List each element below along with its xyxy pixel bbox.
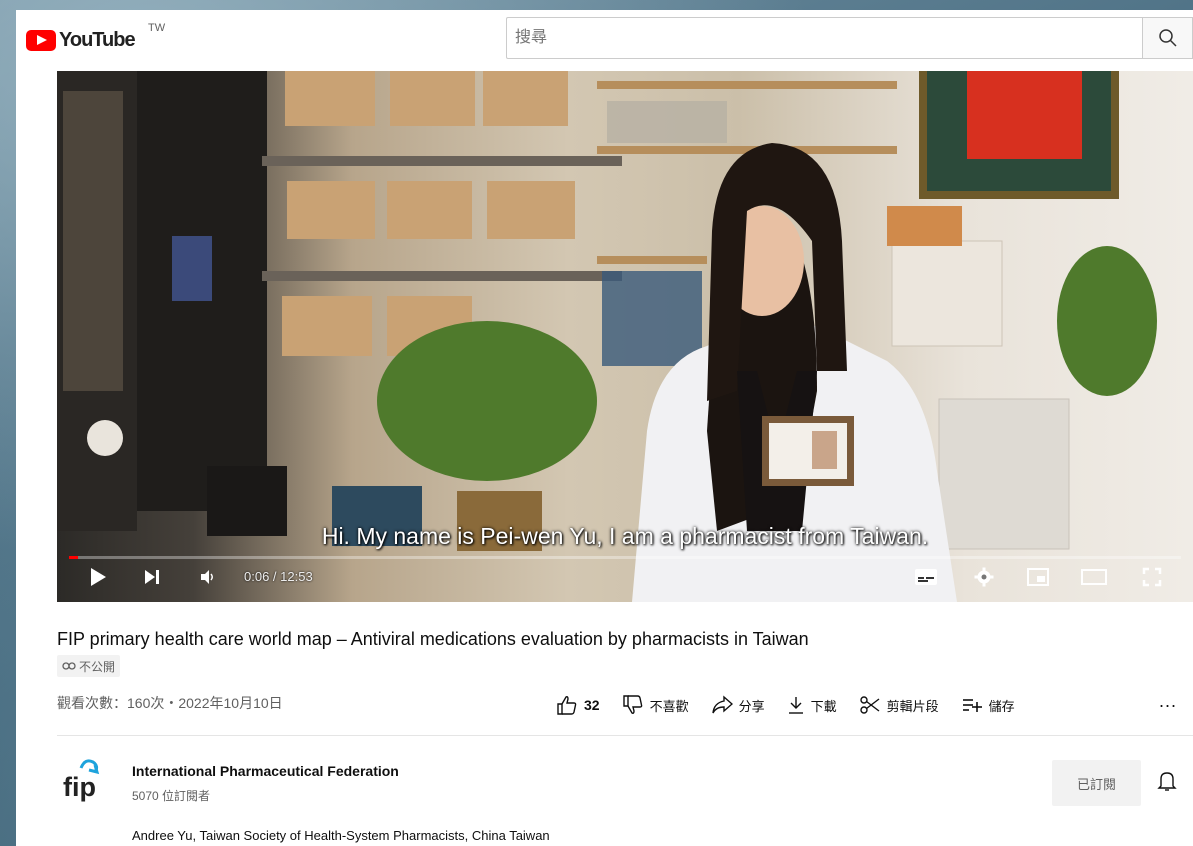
settings-icon bbox=[974, 567, 994, 587]
search-button[interactable] bbox=[1142, 17, 1193, 59]
next-icon bbox=[145, 570, 159, 584]
subscribed-button[interactable]: 已訂閱 bbox=[1052, 760, 1141, 806]
link-icon bbox=[62, 662, 76, 670]
fullscreen-icon bbox=[1142, 567, 1162, 587]
clip-label: 剪輯片段 bbox=[886, 698, 939, 714]
theater-icon bbox=[1081, 569, 1107, 585]
share-button[interactable]: 分享 bbox=[711, 695, 765, 715]
youtube-logo[interactable]: YouTube TW bbox=[26, 22, 165, 52]
share-icon bbox=[711, 695, 733, 714]
progress-played bbox=[69, 556, 78, 559]
action-bar: 32 不喜歡 分享 下載 剪輯片段 儲存 bbox=[556, 690, 1037, 720]
subtitles-icon bbox=[915, 569, 937, 585]
view-count-date: 觀看次數：160次・2022年10月10日 bbox=[57, 695, 283, 711]
miniplayer-button[interactable] bbox=[1023, 562, 1053, 592]
time-display: 0:06 / 12:53 bbox=[244, 569, 313, 584]
thumbs-up-icon bbox=[557, 696, 577, 715]
youtube-page: YouTube TW 搜尋 Hi. My name is Pei-wen Yu,… bbox=[16, 10, 1193, 846]
download-button[interactable]: 下載 bbox=[787, 695, 837, 715]
video-title: FIP primary health care world map – Anti… bbox=[57, 629, 809, 649]
more-actions-button[interactable]: ... bbox=[1159, 691, 1177, 712]
save-button[interactable]: 儲存 bbox=[961, 696, 1015, 715]
subscriber-count: 5070 位訂閱者 bbox=[132, 789, 211, 803]
privacy-badge: 不公開 bbox=[57, 655, 121, 677]
download-icon bbox=[788, 697, 803, 714]
save-label: 儲存 bbox=[988, 698, 1015, 714]
download-label: 下載 bbox=[810, 698, 837, 714]
thumbs-down-icon bbox=[622, 695, 642, 714]
search-input[interactable] bbox=[506, 17, 1142, 59]
divider bbox=[57, 735, 1193, 736]
settings-button[interactable] bbox=[969, 562, 999, 592]
progress-bar[interactable] bbox=[69, 556, 1181, 559]
clip-button[interactable]: 剪輯片段 bbox=[859, 695, 939, 715]
channel-name[interactable]: International Pharmaceutical Federation bbox=[132, 763, 399, 779]
youtube-play-logo-icon bbox=[26, 29, 56, 51]
dislike-label: 不喜歡 bbox=[649, 698, 689, 714]
play-button[interactable] bbox=[85, 562, 111, 592]
video-description: Andree Yu, Taiwan Society of Health-Syst… bbox=[132, 828, 550, 843]
bell-icon bbox=[1157, 772, 1177, 791]
like-count: 32 bbox=[584, 697, 600, 713]
logo-text: YouTube bbox=[59, 28, 136, 51]
channel-avatar[interactable]: fip bbox=[59, 754, 111, 806]
miniplayer-icon bbox=[1027, 568, 1049, 586]
play-icon bbox=[91, 568, 106, 586]
notification-bell-button[interactable] bbox=[1157, 770, 1177, 797]
fip-logo-text: fip bbox=[63, 772, 96, 802]
country-code: TW bbox=[148, 22, 166, 34]
privacy-label: 不公開 bbox=[79, 659, 116, 674]
search-icon bbox=[1158, 29, 1177, 47]
theater-mode-button[interactable] bbox=[1079, 562, 1109, 592]
video-subtitle: Hi. My name is Pei-wen Yu, I am a pharma… bbox=[321, 523, 929, 549]
scissors-icon bbox=[859, 696, 880, 714]
next-button[interactable] bbox=[139, 562, 165, 592]
fullscreen-button[interactable] bbox=[1137, 562, 1167, 592]
playlist-add-icon bbox=[962, 699, 982, 712]
fip-logo-icon: fip bbox=[63, 759, 100, 802]
masthead: YouTube TW bbox=[16, 10, 1193, 70]
share-label: 分享 bbox=[738, 698, 765, 714]
mute-button[interactable] bbox=[195, 562, 221, 592]
subtitles-button[interactable] bbox=[911, 562, 941, 592]
dislike-button[interactable]: 不喜歡 bbox=[622, 694, 689, 716]
like-button[interactable]: 32 bbox=[556, 694, 600, 716]
volume-icon bbox=[201, 570, 213, 584]
video-player[interactable]: Hi. My name is Pei-wen Yu, I am a pharma… bbox=[57, 71, 1193, 602]
